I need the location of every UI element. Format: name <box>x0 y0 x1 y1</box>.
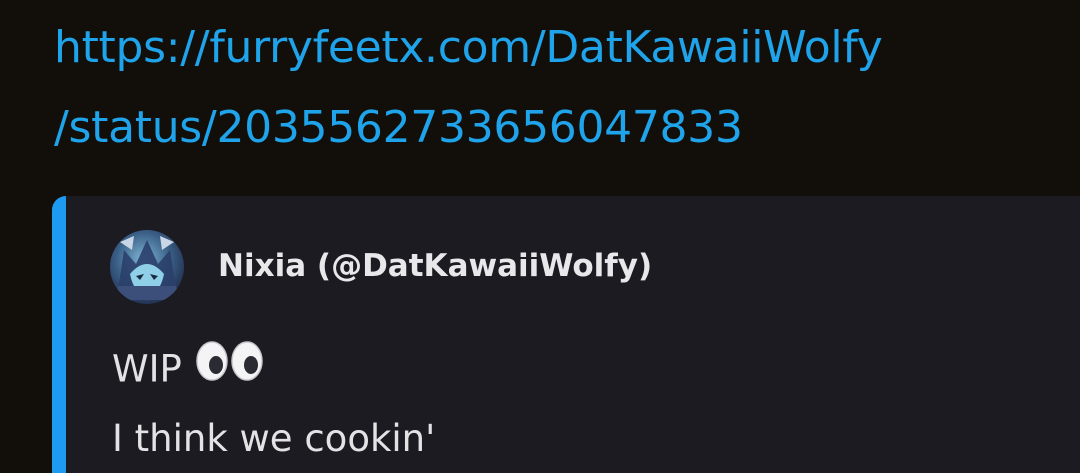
embed-accent-bar <box>52 196 66 473</box>
embed-text-line-1: WIP <box>112 340 264 399</box>
eyes-emoji-icon <box>196 340 264 396</box>
embed-text-wip: WIP <box>112 347 182 391</box>
tweet-link-line-2[interactable]: /status/2035562733656047833 <box>54 88 1074 168</box>
embed-author-name[interactable]: Nixia (@DatKawaiiWolfy) <box>218 243 652 289</box>
avatar[interactable] <box>110 230 184 304</box>
tweet-link[interactable]: https://furryfeetx.com/DatKawaiiWolfy /s… <box>54 8 1074 168</box>
embed-text-line-2: I think we cookin' <box>112 417 436 460</box>
tweet-link-line-1[interactable]: https://furryfeetx.com/DatKawaiiWolfy <box>54 8 1074 88</box>
